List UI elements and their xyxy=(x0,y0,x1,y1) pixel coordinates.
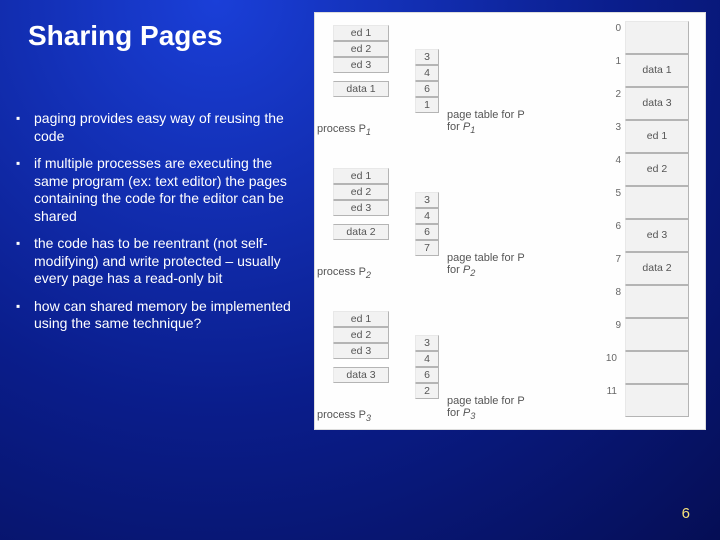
bullet-icon: ▪ xyxy=(16,235,34,288)
frame-cell: data 2 xyxy=(625,252,689,285)
pt-cell: 6 xyxy=(415,367,439,383)
pt-cell: 7 xyxy=(415,240,439,256)
page-cell: ed 3 xyxy=(333,57,389,73)
page-cell: ed 3 xyxy=(333,343,389,359)
bullet-icon: ▪ xyxy=(16,155,34,225)
page-cell: ed 1 xyxy=(333,25,389,41)
frame-cell xyxy=(625,186,689,219)
process-label-sub: 2 xyxy=(366,270,371,280)
bullet-text: paging provides easy way of reusing the … xyxy=(34,110,306,145)
frame-index: 1 xyxy=(607,56,621,67)
page-cell: ed 1 xyxy=(333,168,389,184)
pt-label-text: page table for P xyxy=(447,395,525,407)
frame-index: 9 xyxy=(607,320,621,331)
frame-index: 5 xyxy=(607,188,621,199)
frame-cell: ed 2 xyxy=(625,153,689,186)
frame-index: 11 xyxy=(603,386,617,397)
process-label-text: process P xyxy=(317,123,366,135)
page-cell: ed 1 xyxy=(333,311,389,327)
frame-index: 0 xyxy=(607,23,621,34)
paging-diagram: ed 1 ed 2 ed 3 data 1 process P1 3 4 6 1… xyxy=(314,12,706,430)
pt-cell: 4 xyxy=(415,351,439,367)
frame-index: 3 xyxy=(607,122,621,133)
page-cell: data 3 xyxy=(333,367,389,383)
frame-cell xyxy=(625,384,689,417)
list-item: ▪ how can shared memory be implemented u… xyxy=(16,298,306,333)
frame-cell xyxy=(625,21,689,54)
page-cell: ed 2 xyxy=(333,41,389,57)
frame-index: 6 xyxy=(607,221,621,232)
bullet-icon: ▪ xyxy=(16,298,34,333)
pt-cell: 3 xyxy=(415,49,439,65)
list-item: ▪ if multiple processes are executing th… xyxy=(16,155,306,225)
pt-cell: 4 xyxy=(415,208,439,224)
frame-cell xyxy=(625,351,689,384)
process-label: process P2 xyxy=(317,266,371,280)
page-number: 6 xyxy=(682,505,690,522)
pt-label-text: page table for P xyxy=(447,252,525,264)
page-cell: data 2 xyxy=(333,224,389,240)
frame-index: 8 xyxy=(607,287,621,298)
pt-label-sub: 3 xyxy=(470,411,475,421)
page-cell: ed 3 xyxy=(333,200,389,216)
process-label: process P3 xyxy=(317,409,371,423)
pt-label-text: page table for P xyxy=(447,109,525,121)
pt-label: page table for Pfor P1 xyxy=(447,109,525,135)
pt-cell: 3 xyxy=(415,192,439,208)
pt-cell: 2 xyxy=(415,383,439,399)
page-title: Sharing Pages xyxy=(28,20,223,52)
page-cell: data 1 xyxy=(333,81,389,97)
frame-index: 4 xyxy=(607,155,621,166)
pt-label: page table for Pfor P3 xyxy=(447,395,525,421)
frame-index: 7 xyxy=(607,254,621,265)
frame-cell: data 1 xyxy=(625,54,689,87)
list-item: ▪ paging provides easy way of reusing th… xyxy=(16,110,306,145)
process-label-text: process P xyxy=(317,409,366,421)
process-label: process P1 xyxy=(317,123,371,137)
pt-cell: 1 xyxy=(415,97,439,113)
pt-cell: 4 xyxy=(415,65,439,81)
frame-cell: data 3 xyxy=(625,87,689,120)
process-label-text: process P xyxy=(317,266,366,278)
bullet-icon: ▪ xyxy=(16,110,34,145)
page-cell: ed 2 xyxy=(333,184,389,200)
bullet-text: how can shared memory be implemented usi… xyxy=(34,298,306,333)
pt-label-sub: 2 xyxy=(470,268,475,278)
bullet-list: ▪ paging provides easy way of reusing th… xyxy=(16,110,306,343)
pt-label-sub: 1 xyxy=(470,125,475,135)
process-label-sub: 3 xyxy=(366,413,371,423)
pt-cell: 3 xyxy=(415,335,439,351)
process-label-sub: 1 xyxy=(366,127,371,137)
pt-label: page table for Pfor P2 xyxy=(447,252,525,278)
frame-index: 2 xyxy=(607,89,621,100)
list-item: ▪ the code has to be reentrant (not self… xyxy=(16,235,306,288)
pt-cell: 6 xyxy=(415,224,439,240)
frame-index: 10 xyxy=(603,353,617,364)
slide: Sharing Pages ▪ paging provides easy way… xyxy=(0,0,720,540)
frame-cell xyxy=(625,285,689,318)
bullet-text: if multiple processes are executing the … xyxy=(34,155,306,225)
page-cell: ed 2 xyxy=(333,327,389,343)
frame-cell xyxy=(625,318,689,351)
frame-cell: ed 3 xyxy=(625,219,689,252)
frame-cell: ed 1 xyxy=(625,120,689,153)
pt-cell: 6 xyxy=(415,81,439,97)
bullet-text: the code has to be reentrant (not self-m… xyxy=(34,235,306,288)
